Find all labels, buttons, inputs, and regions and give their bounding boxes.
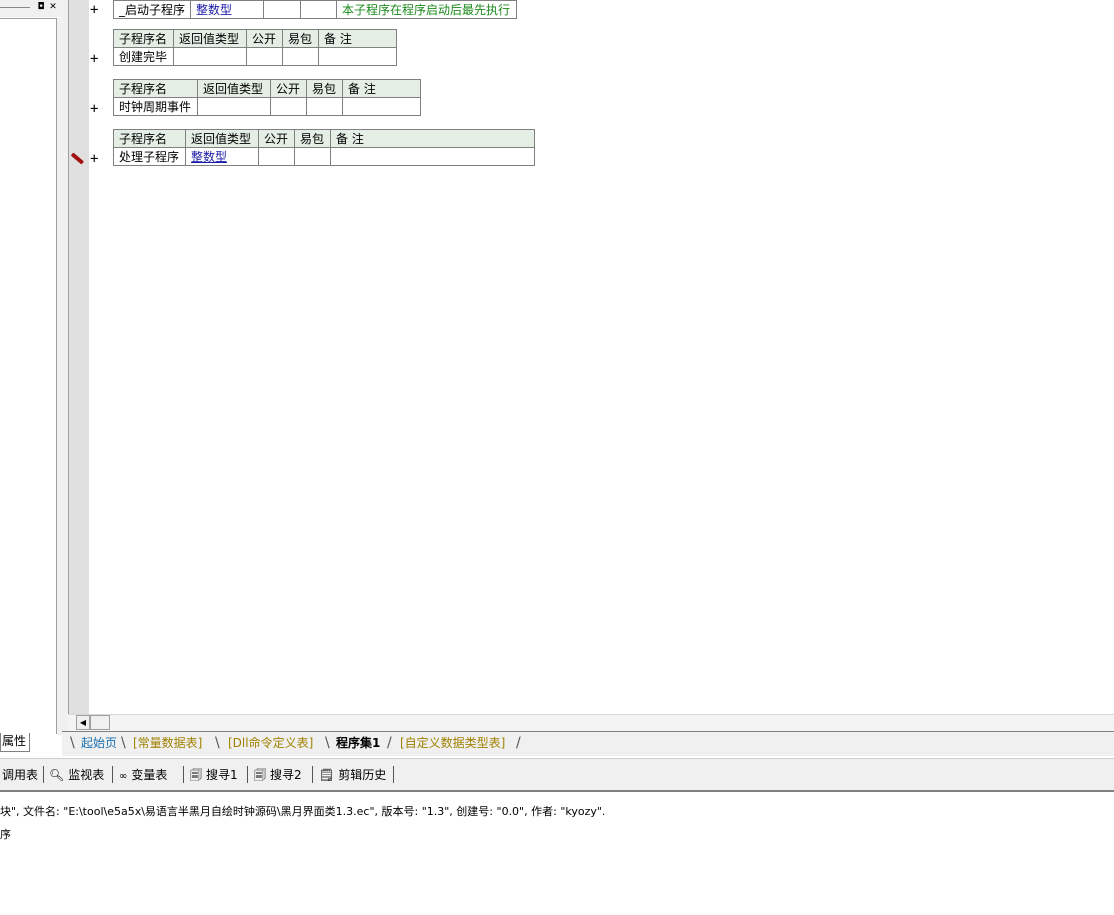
tab-divider: \ — [70, 735, 75, 751]
epackage-cell[interactable] — [282, 47, 319, 66]
toolbar-separator — [183, 766, 184, 783]
column-header: 易包 — [282, 29, 319, 48]
subroutine-table: 子程序名 返回值类型 公开 易包 备 注 创建完毕 — [113, 29, 397, 66]
column-header: 子程序名 — [113, 129, 186, 148]
table-row: _启动子程序 整数型 本子程序在程序启动后最先执行 — [112, 0, 518, 19]
search-document-icon: 🗐︎ — [190, 768, 202, 782]
subroutine-table: _启动子程序 整数型 本子程序在程序启动后最先执行 — [112, 0, 518, 19]
column-header: 备 注 — [342, 79, 421, 98]
table-row: 创建完毕 — [113, 47, 397, 66]
editor-gutter — [68, 0, 89, 714]
search1-button[interactable]: 🗐︎ 搜寻1 — [190, 766, 238, 784]
table-header-row: 子程序名 返回值类型 公开 易包 备 注 — [113, 129, 535, 148]
tab-start-page[interactable]: 起始页 — [81, 735, 117, 752]
variable-table-label: 变量表 — [131, 768, 168, 782]
public-cell[interactable] — [258, 147, 295, 166]
tab-divider: / — [387, 735, 392, 751]
toolbar-separator — [393, 766, 394, 783]
table-row: 时钟周期事件 — [113, 97, 421, 116]
subroutine-table: 子程序名 返回值类型 公开 易包 备 注 处理子程序 整数型 — [113, 129, 535, 166]
epackage-cell[interactable] — [294, 147, 331, 166]
column-header: 公开 — [258, 129, 295, 148]
scroll-left-arrow-icon[interactable]: ◀ — [76, 715, 90, 730]
toolbar-separator — [312, 766, 313, 783]
toolbar-separator — [43, 766, 44, 783]
output-line: 块", 文件名: "E:\tool\e5a5x\易语言半黑月自绘时钟源码\黑月界… — [0, 805, 606, 818]
column-header: 返回值类型 — [173, 29, 247, 48]
remark-cell[interactable] — [342, 97, 421, 116]
tab-assembly-1[interactable]: 程序集1 — [336, 735, 380, 752]
tab-divider: / — [516, 735, 521, 751]
properties-tab[interactable]: 属性 — [0, 733, 30, 752]
search2-button[interactable]: 🗐︎ 搜寻2 — [254, 766, 302, 784]
public-cell[interactable] — [246, 47, 283, 66]
public-cell[interactable] — [263, 0, 302, 19]
return-type-cell[interactable]: 整数型 — [185, 147, 259, 166]
tab-divider: \ — [325, 735, 330, 751]
epackage-cell[interactable] — [306, 97, 343, 116]
tab-dll-commands[interactable]: [Dll命令定义表] — [228, 735, 313, 752]
subroutine-name-cell[interactable]: 创建完毕 — [113, 47, 174, 66]
column-header: 返回值类型 — [197, 79, 271, 98]
table-header-row: 子程序名 返回值类型 公开 易包 备 注 — [113, 29, 397, 48]
column-header: 公开 — [270, 79, 307, 98]
column-header: 备 注 — [318, 29, 397, 48]
column-header: 备 注 — [330, 129, 535, 148]
tab-divider: \ — [215, 735, 220, 751]
return-type-cell[interactable] — [197, 97, 271, 116]
expand-icon[interactable]: + — [90, 152, 102, 166]
horizontal-scrollbar[interactable] — [68, 714, 1114, 732]
search-document-icon: 🗐︎ — [254, 768, 266, 782]
public-cell[interactable] — [270, 97, 307, 116]
table-row: 处理子程序 整数型 — [113, 147, 535, 166]
column-header: 子程序名 — [113, 29, 174, 48]
subroutine-name-cell[interactable]: _启动子程序 — [112, 0, 192, 19]
tab-custom-types[interactable]: [自定义数据类型表] — [400, 735, 505, 752]
subroutine-name-cell[interactable]: 时钟周期事件 — [113, 97, 198, 116]
return-type-cell[interactable]: 整数型 — [190, 0, 265, 19]
output-line: 序 — [0, 828, 11, 841]
tab-divider: \ — [121, 735, 126, 751]
call-table-label: 调用表 — [2, 768, 39, 782]
call-table-button[interactable]: 调用表 — [2, 766, 38, 784]
scrollbar-thumb[interactable] — [90, 715, 110, 730]
column-header: 易包 — [294, 129, 331, 148]
clip-history-label: 剪辑历史 — [338, 768, 387, 782]
table-header-row: 子程序名 返回值类型 公开 易包 备 注 — [113, 79, 421, 98]
restore-icon[interactable]: ◘ — [36, 2, 46, 12]
toolbar-separator — [112, 766, 113, 783]
remark-cell[interactable] — [330, 147, 535, 166]
return-type-cell[interactable] — [173, 47, 247, 66]
column-header: 公开 — [246, 29, 283, 48]
watch-table-label: 监视表 — [68, 768, 105, 782]
column-header: 子程序名 — [113, 79, 198, 98]
left-panel-content — [0, 18, 57, 734]
variable-table-button[interactable]: ∞ 变量表 — [119, 766, 167, 784]
expand-icon[interactable]: + — [90, 52, 102, 66]
close-icon[interactable]: ✕ — [48, 2, 58, 12]
tab-constants[interactable]: [常量数据表] — [133, 735, 202, 752]
remark-cell[interactable]: 本子程序在程序启动后最先执行 — [336, 0, 518, 19]
titlebar-line — [0, 7, 30, 8]
subroutine-name-cell[interactable]: 处理子程序 — [113, 147, 186, 166]
watch-table-button[interactable]: 🔍︎ 监视表 — [49, 766, 104, 784]
glasses-icon: ∞ — [119, 771, 128, 782]
magnifier-icon: 🔍︎ — [49, 768, 65, 782]
toolbar-separator — [247, 766, 248, 783]
search1-label: 搜寻1 — [206, 768, 238, 782]
left-panel-titlebar: ◘ ✕ — [0, 0, 62, 17]
search2-label: 搜寻2 — [270, 768, 302, 782]
clip-history-button[interactable]: 🗒︎ 剪辑历史 — [319, 766, 386, 784]
column-header: 易包 — [306, 79, 343, 98]
remark-cell[interactable] — [318, 47, 397, 66]
epackage-cell[interactable] — [300, 0, 338, 19]
clipboard-icon: 🗒︎ — [319, 768, 335, 782]
expand-icon[interactable]: + — [90, 102, 102, 116]
subroutine-table: 子程序名 返回值类型 公开 易包 备 注 时钟周期事件 — [113, 79, 421, 116]
expand-icon[interactable]: + — [90, 3, 102, 17]
column-header: 返回值类型 — [185, 129, 259, 148]
